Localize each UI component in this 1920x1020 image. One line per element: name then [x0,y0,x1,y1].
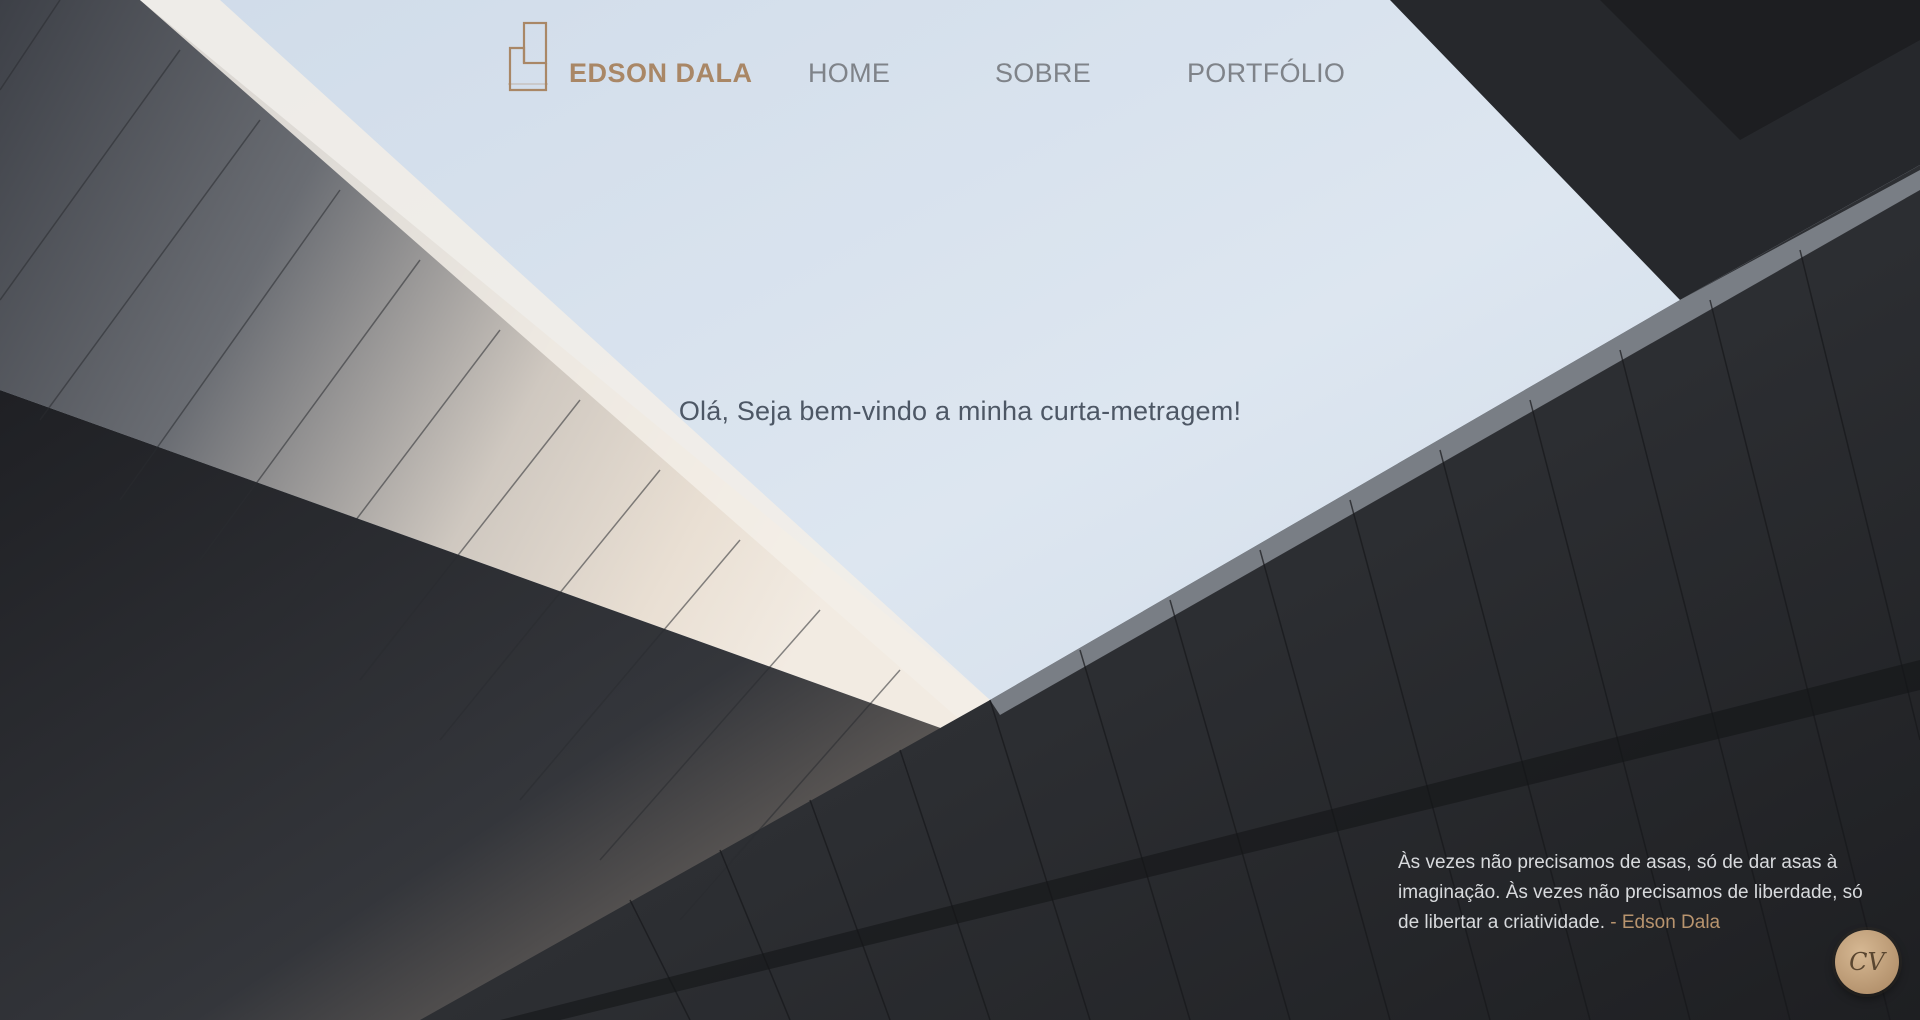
hero-greeting: Olá, Seja bem-vindo a minha curta-metrag… [678,396,1242,426]
nav-sobre-link[interactable]: SOBRE [995,58,1091,89]
cv-button[interactable]: CV [1835,930,1899,994]
brand-name-link[interactable]: EDSON DALA [569,58,753,89]
main-navigation: EDSON DALA HOME SOBRE PORTFÓLIO [0,18,1920,98]
hero-section: EDSON DALA HOME SOBRE PORTFÓLIO Olá, Sej… [0,0,1920,1020]
nav-portfolio-link[interactable]: PORTFÓLIO [1187,58,1345,89]
quote-author: - Edson Dala [1610,912,1721,933]
nav-home-link[interactable]: HOME [808,58,890,89]
ed-monogram-logo-icon[interactable] [504,20,552,96]
quote-block: Às vezes não precisamos de asas, só de d… [1398,848,1868,938]
